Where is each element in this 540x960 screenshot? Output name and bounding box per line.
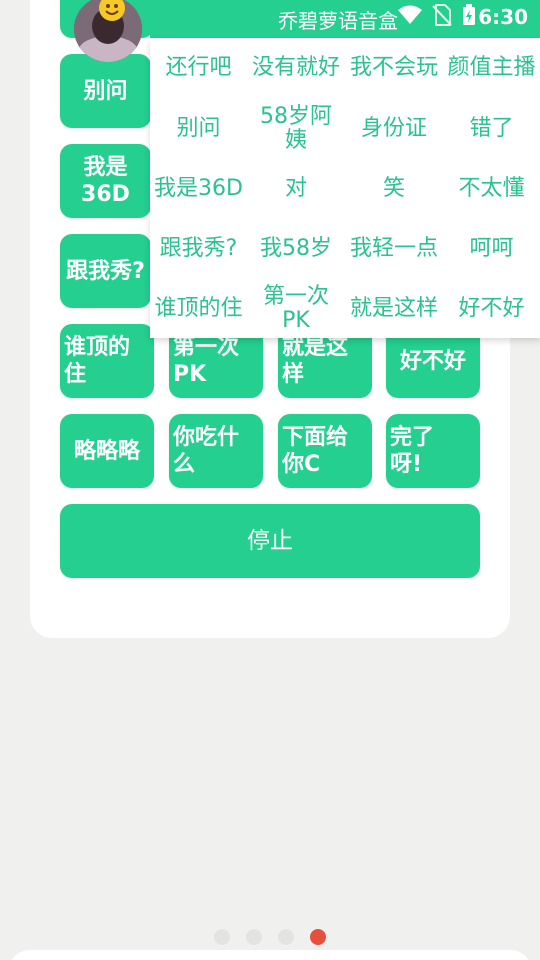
battery-charging-icon xyxy=(463,4,475,25)
next-card-peek xyxy=(8,950,532,960)
overlay-sound-item[interactable]: 身份证 xyxy=(345,117,443,141)
sound-button-gen-wo-xiu[interactable]: 跟我秀? xyxy=(60,234,151,308)
sound-button-36d[interactable]: 我是36D xyxy=(60,144,151,218)
page-dot-active[interactable] xyxy=(310,929,326,945)
overlay-sound-item[interactable]: 我不会玩 xyxy=(345,56,443,80)
overlay-sound-item[interactable]: 我58岁 xyxy=(247,237,345,261)
overlay-sound-item[interactable]: 错了 xyxy=(443,117,540,141)
overlay-sound-item[interactable]: 没有就好 xyxy=(247,56,345,80)
overlay-sound-item[interactable]: 谁顶的住 xyxy=(150,297,247,321)
overlay-sound-item[interactable]: 我轻一点 xyxy=(345,237,443,261)
stop-button[interactable]: 停止 xyxy=(60,504,480,578)
status-icons xyxy=(398,4,476,26)
overlay-sound-item[interactable]: 别问 xyxy=(150,117,247,141)
page-dot[interactable] xyxy=(214,929,230,945)
overlay-sound-item[interactable]: 还行吧 xyxy=(150,56,247,80)
overlay-sound-item[interactable]: 第一次 PK xyxy=(247,285,345,333)
sound-button-shui-ding[interactable]: 谁顶的 住 xyxy=(60,324,154,398)
overlay-sound-item[interactable]: 不太懂 xyxy=(443,177,540,201)
sound-button-bie-wen[interactable]: 别问 xyxy=(60,54,151,128)
overlay-sound-item[interactable]: 跟我秀? xyxy=(150,237,247,261)
overlay-sound-item[interactable]: 笑 xyxy=(345,177,443,201)
sound-button-wan-le-ya[interactable]: 完了 呀! xyxy=(386,414,480,488)
clock: 6:30 xyxy=(478,5,528,29)
page-dot[interactable] xyxy=(246,929,262,945)
sound-button-xia-mian-gei-ni[interactable]: 下面给 你C xyxy=(278,414,372,488)
wifi-icon xyxy=(398,5,422,24)
overlay-sound-item[interactable]: 对 xyxy=(247,177,345,201)
page-indicator xyxy=(214,929,326,945)
quick-sound-overlay: 还行吧 没有就好 我不会玩 颜值主播别问 58岁阿 姨身份证 错了我是36D 对笑不太懂跟我… xyxy=(150,38,540,338)
sound-button-lue-lue-lue[interactable]: 略略略 xyxy=(60,414,154,488)
overlay-sound-item[interactable]: 就是这样 xyxy=(345,297,443,321)
overlay-sound-item[interactable]: 颜值主播 xyxy=(443,56,540,80)
overlay-sound-item[interactable]: 呵呵 xyxy=(443,237,540,261)
overlay-sound-item[interactable]: 58岁阿 姨 xyxy=(247,105,345,153)
status-bar: 乔碧萝语音盒 6:30 xyxy=(150,0,540,38)
sound-button-ni-chi-shen-me[interactable]: 你吃什 么 xyxy=(169,414,263,488)
app-title: 乔碧萝语音盒 xyxy=(278,9,398,33)
page-dot[interactable] xyxy=(278,929,294,945)
no-sim-icon xyxy=(432,4,452,26)
overlay-sound-item[interactable]: 好不好 xyxy=(443,297,540,321)
overlay-sound-item[interactable]: 我是36D xyxy=(150,177,247,201)
